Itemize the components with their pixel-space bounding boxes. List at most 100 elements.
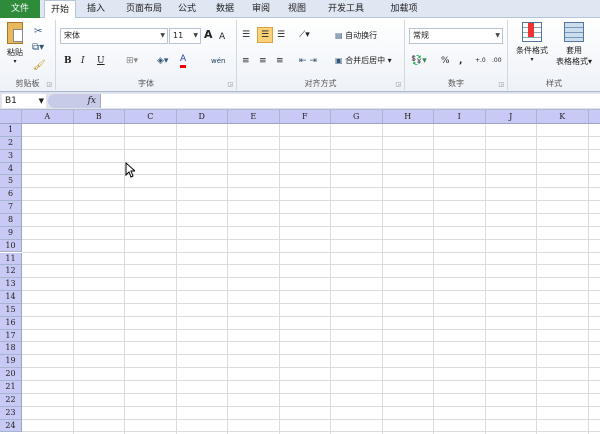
tab-2[interactable]: 插入 — [78, 0, 114, 18]
align-top-icon[interactable]: ☰ — [242, 28, 250, 42]
row-header-15[interactable]: 15 — [0, 303, 22, 317]
wrap-text-button[interactable]: ▤ 自动换行 — [335, 29, 377, 43]
align-bottom-icon[interactable]: ☰ — [277, 28, 285, 42]
fill-color-icon[interactable]: ◈▾ — [157, 54, 168, 68]
number-format-select[interactable]: 常规 ▼ — [409, 28, 503, 44]
orientation-icon[interactable]: ⟋▾ — [299, 28, 310, 42]
decrease-decimal-button[interactable]: .00 — [492, 54, 502, 68]
formula-input[interactable] — [100, 94, 600, 108]
row-header-23[interactable]: 23 — [0, 406, 22, 420]
italic-button[interactable]: I — [81, 54, 85, 68]
name-box[interactable]: B1 ▼ — [2, 94, 46, 108]
bold-button[interactable]: B — [64, 54, 72, 68]
row-header-17[interactable]: 17 — [0, 329, 22, 343]
format-painter-icon[interactable]: 🖌 — [33, 60, 46, 71]
row-header-6[interactable]: 6 — [0, 188, 22, 202]
tab-8[interactable]: 开发工具 — [324, 0, 368, 18]
gridline — [22, 238, 600, 240]
row-header-9[interactable]: 9 — [0, 226, 22, 240]
column-header-C[interactable]: C — [125, 110, 177, 124]
row-header-11[interactable]: 11 — [0, 252, 22, 266]
align-middle-icon[interactable]: ☰ — [257, 27, 273, 43]
dialog-launcher-icon[interactable]: ◲ — [227, 81, 233, 88]
dialog-launcher-icon[interactable]: ◲ — [46, 81, 52, 88]
row-header-21[interactable]: 21 — [0, 381, 22, 394]
row-header-19[interactable]: 19 — [0, 355, 22, 369]
column-header-G[interactable]: G — [331, 110, 383, 124]
tab-1[interactable]: 开始 — [44, 0, 76, 19]
copy-icon[interactable]: ⧉▾ — [32, 42, 44, 53]
worksheet-grid[interactable]: A B C D E F G H I J K 1 2 3 4 5 6 7 8 9 10 11 12 13 14 15 16 17 18 19… — [0, 110, 600, 434]
format-as-table-button[interactable]: 套用 表格格式▾ — [552, 22, 596, 67]
column-header-K[interactable]: K — [537, 110, 589, 124]
row-header-4[interactable]: 4 — [0, 162, 22, 176]
gridline — [22, 392, 600, 394]
increase-decimal-button[interactable]: +.0 — [475, 54, 486, 68]
tab-4[interactable]: 公式 — [172, 0, 202, 18]
gridline — [22, 225, 600, 227]
row-header-1[interactable]: 1 — [0, 124, 22, 137]
font-size-select[interactable]: 11 ▼ — [169, 28, 201, 44]
tab-5[interactable]: 数据 — [210, 0, 240, 18]
tab-0[interactable]: 文件 — [0, 0, 40, 18]
row-header-5[interactable]: 5 — [0, 175, 22, 189]
phonetic-button[interactable]: wén — [211, 54, 225, 68]
row-header-13[interactable]: 13 — [0, 278, 22, 292]
row-header-8[interactable]: 8 — [0, 213, 22, 227]
select-all-corner[interactable] — [0, 110, 22, 124]
dialog-launcher-icon[interactable]: ◲ — [498, 81, 504, 88]
styles-label: 样式 — [546, 79, 562, 88]
column-header-E[interactable]: E — [228, 110, 280, 124]
row-header-22[interactable]: 22 — [0, 393, 22, 407]
insert-function-button[interactable]: fx — [88, 94, 96, 108]
shrink-font-button[interactable]: A — [219, 30, 225, 44]
row-header-10[interactable]: 10 — [0, 239, 22, 253]
column-header-A[interactable]: A — [22, 110, 74, 124]
column-header-D[interactable]: D — [176, 110, 228, 124]
merge-center-button[interactable]: ▣ 合并后居中 ▾ — [335, 54, 392, 68]
paste-icon — [7, 22, 23, 44]
alignment-group: ☰ ☰ ☰ ⟋▾ ≡ ≡ ≡ ⇤ ⇥ ▤ 自动换行 ▣ 合并后居中 ▾ 对齐方式… — [237, 20, 405, 90]
font-color-button[interactable]: A — [180, 53, 187, 68]
column-header-B[interactable]: B — [73, 110, 125, 124]
row-header-7[interactable]: 7 — [0, 201, 22, 214]
row-header-16[interactable]: 16 — [0, 316, 22, 330]
align-right-icon[interactable]: ≡ — [276, 54, 284, 68]
gridline — [175, 124, 177, 434]
indent-icon[interactable]: ⇤ ⇥ — [299, 54, 317, 68]
formula-bar-controls: fx — [48, 94, 100, 108]
percent-button[interactable]: % — [441, 54, 450, 68]
column-header-H[interactable]: H — [382, 110, 434, 124]
number-group: 常规 ▼ 💱▾ % , +.0 .00 数字 ◲ — [405, 20, 508, 90]
number-label: 数字 — [448, 79, 464, 88]
tab-9[interactable]: 加载项 — [384, 0, 424, 18]
gridline — [278, 124, 280, 434]
paste-button[interactable]: 粘贴 ▾ — [4, 22, 26, 70]
column-header-J[interactable]: J — [485, 110, 537, 124]
row-header-3[interactable]: 3 — [0, 149, 22, 163]
gridline — [22, 200, 600, 202]
font-name-select[interactable]: 宋体 ▼ — [60, 28, 168, 44]
currency-icon[interactable]: 💱▾ — [411, 54, 427, 68]
cut-icon[interactable]: ✂ — [34, 26, 42, 37]
dialog-launcher-icon[interactable]: ◲ — [395, 81, 401, 88]
border-icon[interactable]: ⊞▾ — [126, 54, 138, 68]
comma-button[interactable]: , — [459, 54, 462, 68]
column-header-partial[interactable] — [588, 110, 600, 124]
grow-font-button[interactable]: A — [204, 28, 213, 42]
row-header-2[interactable]: 2 — [0, 136, 22, 150]
row-header-18[interactable]: 18 — [0, 342, 22, 356]
row-header-20[interactable]: 20 — [0, 368, 22, 381]
row-header-14[interactable]: 14 — [0, 291, 22, 304]
underline-button[interactable]: U — [97, 54, 105, 68]
tab-7[interactable]: 视图 — [282, 0, 312, 18]
row-header-24[interactable]: 24 — [0, 419, 22, 433]
column-header-I[interactable]: I — [434, 110, 486, 124]
conditional-format-button[interactable]: 条件格式 ▾ — [512, 22, 552, 63]
row-header-12[interactable]: 12 — [0, 265, 22, 279]
align-center-icon[interactable]: ≡ — [259, 54, 267, 68]
tab-3[interactable]: 页面布局 — [118, 0, 170, 18]
tab-6[interactable]: 审阅 — [246, 0, 276, 18]
align-left-icon[interactable]: ≡ — [242, 54, 250, 68]
column-header-F[interactable]: F — [279, 110, 331, 124]
